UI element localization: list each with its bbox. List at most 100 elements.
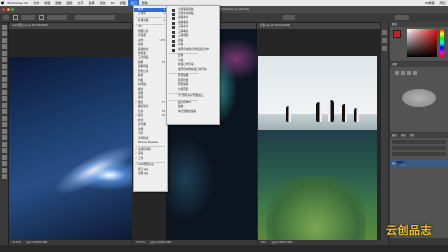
zoom-level-1: 33.33% xyxy=(12,241,22,244)
eye-icon[interactable] xyxy=(391,162,396,165)
minimize-window-icon[interactable] xyxy=(6,8,10,11)
menu-item[interactable]: ✓ 工具 xyxy=(134,157,167,162)
tool-icon[interactable] xyxy=(1,70,7,75)
menu-item-label: 工具 xyxy=(138,156,144,160)
menu-item[interactable]: 全部匹配 xyxy=(167,88,219,93)
tool-icon[interactable] xyxy=(1,96,7,101)
menu-item-label: 工作区 xyxy=(138,11,146,15)
foreground-swatch[interactable] xyxy=(393,30,401,38)
auto-select-checkbox[interactable] xyxy=(13,15,18,20)
menu-item-label: 在窗口中浮动 xyxy=(178,63,194,67)
menu-item-label: 图层复合 xyxy=(138,105,149,109)
menu-item-label: 动作 xyxy=(138,38,144,42)
menu-item-label: 星空.jpg xyxy=(138,167,149,171)
tool-icon[interactable] xyxy=(1,115,7,121)
hue-slider[interactable] xyxy=(440,29,444,57)
tool-icon[interactable] xyxy=(1,174,7,179)
tool-icon[interactable] xyxy=(1,37,7,43)
workspace-switcher[interactable] xyxy=(395,15,409,20)
tool-icon[interactable] xyxy=(1,76,7,82)
auto-select-dropdown[interactable] xyxy=(21,15,35,20)
layer-filter-bar[interactable] xyxy=(392,140,446,144)
tool-icon[interactable] xyxy=(1,102,7,108)
zoom-level-2: 33.33% xyxy=(136,241,146,244)
tool-icon[interactable] xyxy=(1,57,7,62)
color-panel xyxy=(390,27,448,61)
menu-item-label: 时间轴 xyxy=(138,83,146,87)
align-buttons[interactable] xyxy=(75,15,115,20)
menu-item-label: 工具预设 xyxy=(138,56,149,60)
menu-item-label: 将全部放在最前 xyxy=(178,109,197,113)
tab-paths[interactable]: 路径 xyxy=(410,134,415,137)
tab-channels[interactable]: 通道 xyxy=(401,134,406,137)
menu-item[interactable]: 为"企鹅.jpg"新建窗口 xyxy=(167,94,219,99)
menu-item-label: 四联 xyxy=(178,38,184,42)
tool-icon[interactable] xyxy=(1,109,7,114)
move-tool-preset[interactable] xyxy=(3,15,9,20)
doc-size-2: 文档:5.93M/5.93M xyxy=(149,241,172,244)
info-icon[interactable] xyxy=(382,46,387,51)
tool-icon[interactable] xyxy=(1,154,7,160)
menu-item[interactable]: 将所有内容合并到选项卡中 xyxy=(167,48,219,53)
color-field[interactable] xyxy=(407,29,437,57)
arrange-submenu: 全部垂直拼贴 全部水平拼贴 双联水平 双联垂直 三联水平 三联垂直 三联堆积 四联 六联 将所有内… xyxy=(166,5,220,125)
tab-layers[interactable]: 图层 xyxy=(392,134,397,137)
tool-icon[interactable] xyxy=(1,89,7,95)
tool-icon[interactable] xyxy=(1,63,7,69)
status-bar-1: 33.33% 文档:5.93M/5.93M xyxy=(9,240,132,245)
zoom-window-icon[interactable] xyxy=(11,8,14,11)
penguins-image xyxy=(258,56,377,240)
reef xyxy=(266,176,366,240)
tool-icon[interactable] xyxy=(1,83,7,88)
tool-icon[interactable] xyxy=(1,31,7,36)
menu-item-label: 使所有内容在窗口中浮动 xyxy=(178,67,207,71)
tool-icon[interactable] xyxy=(1,148,7,153)
blend-mode-select[interactable] xyxy=(392,146,446,150)
menu-item-label: 信息 xyxy=(138,109,144,113)
tool-icon[interactable] xyxy=(1,128,7,134)
menu-item[interactable]: 扩展功能 ▸ xyxy=(134,19,167,24)
tool-icon[interactable] xyxy=(1,44,7,49)
properties-icon[interactable] xyxy=(382,38,387,43)
tool-icon[interactable] xyxy=(1,135,7,140)
document-pane-1: 33.33% 文档:5.93M/5.93M xyxy=(9,29,132,245)
lock-options[interactable] xyxy=(392,152,446,156)
menu-item[interactable]: 工作区 ▸ xyxy=(134,12,167,17)
exposure-icon[interactable] xyxy=(413,71,417,75)
menu-item-label: 段落 xyxy=(138,43,144,47)
menu-item-label: 历史记录 xyxy=(138,69,149,73)
menu-item-label: 测量记录 xyxy=(138,29,149,33)
menu-item-label: 六联 xyxy=(178,43,184,47)
tool-icon[interactable] xyxy=(1,122,7,127)
close-window-icon[interactable] xyxy=(2,8,5,11)
watermark-logo: 云创品志 xyxy=(386,224,432,237)
menu-item-label: 扩展功能 xyxy=(138,18,149,22)
transform-controls[interactable] xyxy=(47,15,67,20)
history-icon[interactable] xyxy=(382,30,387,35)
3d-mode-buttons[interactable] xyxy=(283,15,295,20)
tool-icon[interactable] xyxy=(1,141,7,147)
penguin xyxy=(328,100,334,122)
tool-icon[interactable] xyxy=(1,50,7,56)
brightness-icon[interactable] xyxy=(395,71,399,75)
tool-icon[interactable] xyxy=(1,167,7,173)
tool-icon[interactable] xyxy=(1,24,7,30)
levels-icon[interactable] xyxy=(401,71,405,75)
menu-item[interactable]: Device Preview xyxy=(134,141,167,146)
menu-item[interactable]: 企鹅.jpg xyxy=(134,172,167,177)
adjust-tab-label: 调整 xyxy=(392,63,398,66)
show-transform-checkbox[interactable] xyxy=(39,15,44,20)
layers-panel xyxy=(390,138,448,238)
menu-item-label: 全部垂直拼贴 xyxy=(178,7,194,11)
menu-item-label: 双联水平 xyxy=(178,16,189,20)
curves-icon[interactable] xyxy=(407,71,411,75)
menu-item[interactable]: 使所有内容在窗口中浮动 xyxy=(167,68,219,73)
menu-item-label: 直方图 xyxy=(138,123,146,127)
menu-item-label: 导航器 xyxy=(138,34,146,38)
tool-icon[interactable] xyxy=(1,161,7,166)
menu-item-label: Device Preview xyxy=(138,140,158,144)
check-icon: ✓ xyxy=(135,156,138,160)
layer-row[interactable] xyxy=(390,160,448,167)
menu-item[interactable]: 将全部放在最前 xyxy=(167,110,219,115)
menu-item-label: 全部匹配 xyxy=(178,87,189,91)
